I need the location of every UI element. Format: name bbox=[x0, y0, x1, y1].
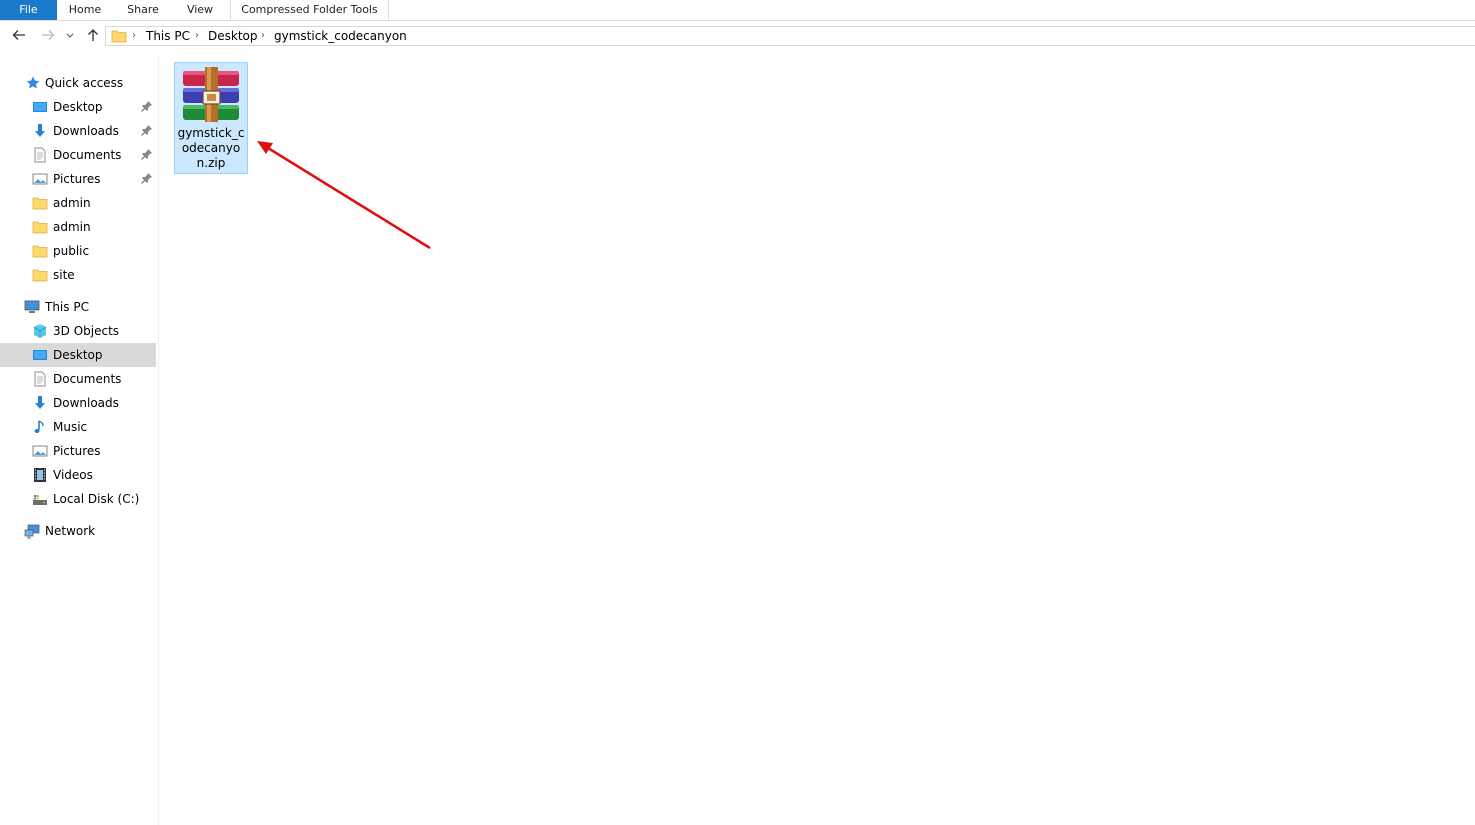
back-button[interactable] bbox=[11, 27, 27, 43]
sidebar-item-network[interactable]: Network bbox=[0, 519, 156, 543]
computer-icon bbox=[24, 300, 40, 313]
sidebar-item-label: site bbox=[53, 268, 75, 282]
pin-icon[interactable] bbox=[141, 124, 153, 136]
sidebar-item-label: Pictures bbox=[53, 444, 101, 458]
folder-icon bbox=[111, 30, 127, 43]
3d-objects-icon bbox=[33, 324, 47, 338]
sidebar-item-label: public bbox=[53, 244, 90, 258]
sidebar-item-label: Local Disk (C:) bbox=[53, 492, 140, 506]
breadcrumb-separator-icon: › bbox=[261, 30, 265, 41]
address-bar[interactable]: › This PC › Desktop › gymstick_codecanyo… bbox=[105, 26, 1475, 46]
sidebar-item-admin-2[interactable]: admin bbox=[0, 215, 156, 239]
sidebar-item-site[interactable]: site bbox=[0, 263, 156, 287]
videos-icon bbox=[34, 468, 46, 482]
sidebar-item-label: Desktop bbox=[53, 348, 103, 362]
sidebar-item-documents[interactable]: Documents bbox=[0, 367, 156, 391]
pictures-icon bbox=[32, 445, 48, 457]
arrow-left-icon bbox=[12, 30, 25, 40]
downloads-icon bbox=[35, 396, 45, 409]
sidebar-item-label: admin bbox=[53, 220, 91, 234]
sidebar-item-label: Quick access bbox=[45, 76, 124, 90]
pin-icon[interactable] bbox=[141, 148, 153, 160]
sidebar-item-label: Videos bbox=[53, 468, 93, 482]
sidebar-item-downloads[interactable]: Downloads bbox=[0, 391, 156, 415]
documents-icon bbox=[34, 371, 46, 387]
sidebar-item-label: Desktop bbox=[53, 100, 103, 114]
desktop-icon bbox=[33, 350, 47, 360]
pictures-icon bbox=[32, 173, 48, 185]
sidebar-item-music[interactable]: Music bbox=[0, 415, 156, 439]
sidebar-item-quick-access[interactable]: Quick access bbox=[0, 71, 156, 95]
sidebar-item-local-disk[interactable]: Local Disk (C:) bbox=[0, 487, 156, 511]
sidebar-item-videos[interactable]: Videos bbox=[0, 463, 156, 487]
folder-icon bbox=[32, 197, 48, 210]
sidebar-item-documents-pinned[interactable]: Documents bbox=[0, 143, 156, 167]
arrow-right-icon bbox=[42, 30, 55, 40]
chevron-down-icon bbox=[66, 33, 74, 38]
sidebar-item-label: Documents bbox=[53, 372, 122, 386]
desktop-icon bbox=[33, 102, 47, 112]
ribbon: File Home Share View Compressed Folder T… bbox=[0, 0, 1475, 21]
folder-icon bbox=[32, 269, 48, 282]
pin-icon[interactable] bbox=[141, 172, 153, 184]
local-disk-icon bbox=[33, 495, 47, 505]
breadcrumb-separator-icon: › bbox=[195, 30, 199, 41]
tab-file[interactable]: File bbox=[0, 0, 57, 20]
sidebar-item-label: Pictures bbox=[53, 172, 101, 186]
pin-icon[interactable] bbox=[141, 100, 153, 112]
sidebar-item-downloads-pinned[interactable]: Downloads bbox=[0, 119, 156, 143]
sidebar-item-label: Network bbox=[45, 524, 96, 538]
tab-share[interactable]: Share bbox=[113, 0, 173, 20]
folder-icon bbox=[32, 245, 48, 258]
sidebar-item-label: admin bbox=[53, 196, 91, 210]
navigation-bar: › This PC › Desktop › gymstick_codecanyo… bbox=[0, 21, 1475, 49]
sidebar-item-this-pc[interactable]: This PC bbox=[0, 295, 156, 319]
file-name: gymstick_codecanyon.zip bbox=[177, 126, 245, 170]
sidebar-item-label: Documents bbox=[53, 148, 122, 162]
breadcrumb-this-pc[interactable]: This PC bbox=[146, 29, 190, 43]
sidebar-item-desktop[interactable]: Desktop bbox=[0, 343, 156, 367]
breadcrumb-separator-icon: › bbox=[132, 30, 136, 41]
sidebar-item-desktop-pinned[interactable]: Desktop bbox=[0, 95, 156, 119]
forward-button[interactable] bbox=[40, 27, 56, 43]
sidebar-item-pictures-pinned[interactable]: Pictures bbox=[0, 167, 156, 191]
recent-locations-button[interactable] bbox=[64, 27, 76, 43]
breadcrumb-desktop[interactable]: Desktop bbox=[208, 29, 258, 43]
up-button[interactable] bbox=[85, 27, 101, 43]
network-icon bbox=[24, 524, 40, 539]
downloads-icon bbox=[35, 124, 45, 137]
tab-view[interactable]: View bbox=[173, 0, 227, 20]
sidebar-item-public[interactable]: public bbox=[0, 239, 156, 263]
sidebar-item-pictures[interactable]: Pictures bbox=[0, 439, 156, 463]
breadcrumb-current-folder[interactable]: gymstick_codecanyon bbox=[274, 29, 407, 43]
arrow-up-icon bbox=[88, 29, 98, 41]
navigation-pane: Quick access Desktop Downloads Documents bbox=[0, 56, 159, 825]
documents-icon bbox=[34, 147, 46, 163]
winrar-archive-icon bbox=[183, 67, 239, 122]
tab-home[interactable]: Home bbox=[57, 0, 113, 20]
star-icon bbox=[26, 76, 40, 89]
music-icon bbox=[34, 420, 44, 433]
sidebar-item-label: Music bbox=[53, 420, 88, 434]
folder-icon bbox=[32, 221, 48, 234]
sidebar-item-3d-objects[interactable]: 3D Objects bbox=[0, 319, 156, 343]
tab-compressed-folder-tools[interactable]: Compressed Folder Tools bbox=[230, 0, 389, 20]
file-item-zip[interactable]: gymstick_codecanyon.zip bbox=[174, 62, 248, 174]
sidebar-item-admin[interactable]: admin bbox=[0, 191, 156, 215]
sidebar-item-label: This PC bbox=[45, 300, 89, 314]
sidebar-item-label: 3D Objects bbox=[53, 324, 120, 338]
sidebar-item-label: Downloads bbox=[53, 396, 119, 410]
sidebar-item-label: Downloads bbox=[53, 124, 119, 138]
